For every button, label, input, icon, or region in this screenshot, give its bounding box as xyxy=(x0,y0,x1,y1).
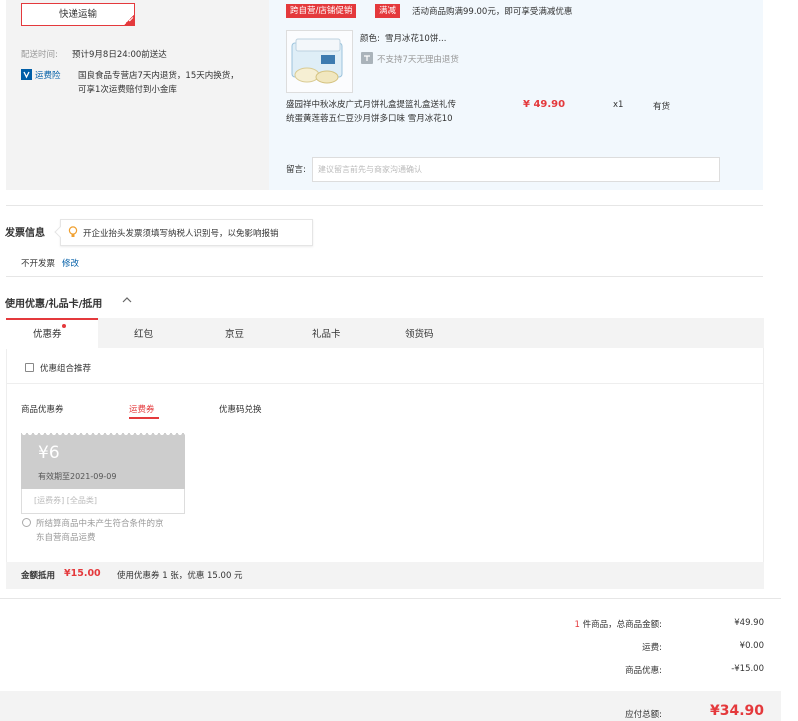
payable-label: 应付总额: xyxy=(625,710,662,720)
divider xyxy=(6,276,763,277)
coupon-note-radio xyxy=(22,518,31,527)
subtab-code-redeem[interactable]: 优惠码兑换 xyxy=(219,403,262,415)
product-image[interactable] xyxy=(286,30,353,93)
product-price: ¥ 49.90 xyxy=(523,99,566,110)
stock-status: 有货 xyxy=(653,102,671,112)
summary-amount: ¥15.00 xyxy=(64,568,101,579)
new-dot-icon xyxy=(62,324,66,328)
return-policy-text: 不支持7天无理由退货 xyxy=(377,55,459,65)
coupon-card-edge xyxy=(21,433,185,436)
payable-bar xyxy=(0,691,781,721)
note-input[interactable]: 建议留言前先与商家沟通确认 xyxy=(312,157,720,182)
product-title-line-2[interactable]: 统蛋黄莲蓉五仁豆沙月饼多口味 雪月冰花10 xyxy=(286,112,453,124)
ship-method-express-button[interactable]: 快递运输 xyxy=(21,3,135,26)
tab-pickup-code[interactable]: 领货码 xyxy=(405,326,434,340)
subtab-product-coupon[interactable]: 商品优惠券 xyxy=(21,403,64,415)
color-label: 颜色: xyxy=(360,34,380,44)
promo-tag-discount: 满减 xyxy=(375,4,401,18)
insurance-text-line-2: 可享1次运费赔付到小金库 xyxy=(78,85,177,95)
items-count: 1 xyxy=(574,620,580,630)
summary-label: 金额抵用 xyxy=(21,571,56,581)
promo-tag-store: 跨自营/店铺促销 xyxy=(286,4,357,18)
combo-checkbox[interactable] xyxy=(25,363,34,372)
delivery-panel xyxy=(6,0,269,190)
return-policy-icon xyxy=(361,52,373,64)
coupon-note-line-2: 东自营商品运费 xyxy=(36,533,96,543)
tab-jingdou[interactable]: 京豆 xyxy=(225,326,244,340)
subtab-underline xyxy=(129,417,159,419)
tab-coupon[interactable]: 优惠券 xyxy=(33,326,62,340)
items-summary: 1 件商品，总商品金额: xyxy=(400,618,663,630)
shipping-value: ¥0.00 xyxy=(739,641,764,651)
insurance-link[interactable]: 运费险 xyxy=(35,69,61,81)
coupon-expiry: 有效期至2021-09-09 xyxy=(38,472,117,481)
coupon-note-line-1: 所结算商品中未产生符合条件的京 xyxy=(36,519,164,529)
subtab-shipping-coupon[interactable]: 运费券 xyxy=(129,403,155,415)
tab-redpacket[interactable]: 红包 xyxy=(134,326,153,340)
items-value: ¥49.90 xyxy=(734,618,764,628)
product-title-line-1[interactable]: 盛园祥中秋冰皮广式月饼礼盒提篮礼盒送礼传 xyxy=(286,98,456,110)
shipping-label: 运费: xyxy=(642,643,662,653)
discount-label: 商品优惠: xyxy=(625,666,662,676)
invoice-status: 不开发票 xyxy=(21,259,56,269)
invoice-tip-text: 开企业抬头发票须填写纳税人识别号，以免影响报销 xyxy=(83,229,279,239)
lightbulb-icon xyxy=(68,226,78,241)
divider xyxy=(6,205,763,206)
coupons-title[interactable]: 使用优惠/礼品卡/抵用 xyxy=(5,295,102,310)
color-value: 雪月冰花10饼... xyxy=(385,34,447,44)
insurance-text-line-1: 国良食品专营店7天内退货，15天内换货， xyxy=(78,71,239,81)
coupon-amount: ¥6 xyxy=(38,443,60,463)
summary-text: 使用优惠券 1 张，优惠 15.00 元 xyxy=(117,571,243,581)
invoice-title: 发票信息 xyxy=(5,228,45,239)
note-label: 留言: xyxy=(286,165,306,175)
divider xyxy=(0,598,781,599)
coupon-tab-bar xyxy=(6,318,764,348)
delivery-time-label: 配送时间: xyxy=(21,50,58,60)
divider xyxy=(7,383,763,384)
discount-value: -¥15.00 xyxy=(731,664,764,674)
delivery-time-value: 预计9月8日24:00前送达 xyxy=(72,50,167,60)
promo-text: 活动商品购满99.00元，即可享受满减优惠 xyxy=(412,7,573,17)
invoice-modify-link[interactable]: 修改 xyxy=(62,257,79,269)
chevron-up-icon[interactable] xyxy=(121,295,133,308)
tab-giftcard[interactable]: 礼品卡 xyxy=(312,326,341,340)
coupon-type: [运费券] [全品类] xyxy=(34,496,98,505)
product-quantity: x1 xyxy=(613,100,624,110)
insurance-shield-icon xyxy=(21,69,32,80)
items-label: 件商品，总商品金额: xyxy=(582,620,662,630)
combo-label: 优惠组合推荐 xyxy=(40,364,92,374)
payable-value: ¥34.90 xyxy=(709,703,764,719)
